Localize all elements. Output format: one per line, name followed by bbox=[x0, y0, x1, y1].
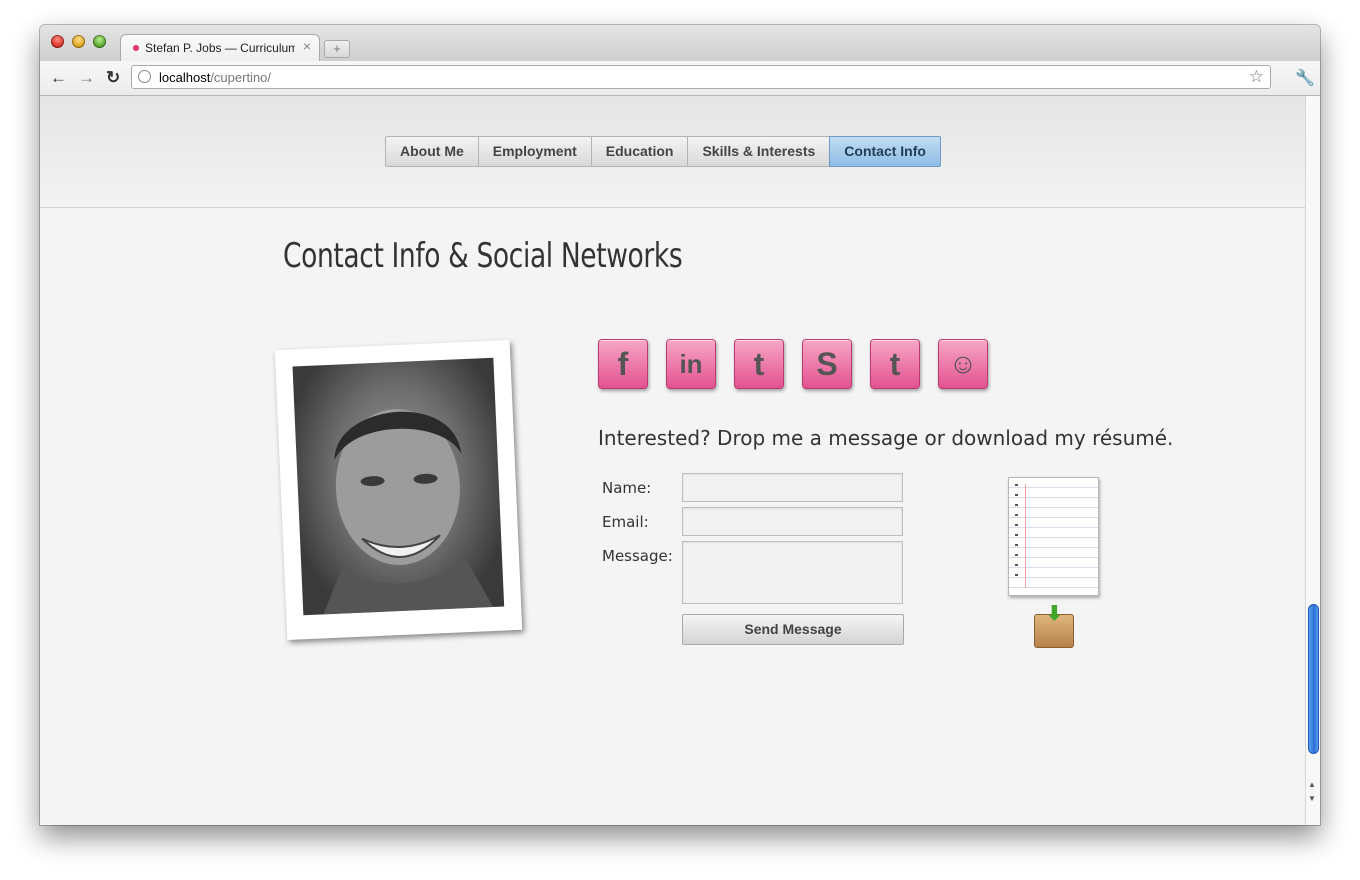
skype-icon[interactable]: S bbox=[802, 339, 852, 389]
back-button[interactable]: ← bbox=[50, 68, 67, 88]
linkedin-icon[interactable]: in bbox=[666, 339, 716, 389]
download-arrow-icon: ⬇ bbox=[1046, 603, 1063, 625]
forward-button[interactable]: → bbox=[78, 68, 95, 88]
portrait-image bbox=[323, 409, 494, 615]
close-window-button[interactable] bbox=[51, 35, 64, 48]
url-host: localhost bbox=[159, 70, 211, 85]
favicon-icon bbox=[133, 45, 139, 51]
tab-strip: Stefan P. Jobs — Curriculum × + bbox=[40, 25, 1320, 61]
profile-photo bbox=[292, 357, 505, 616]
tab-title: Stefan P. Jobs — Curriculum bbox=[145, 41, 295, 55]
send-message-button[interactable]: Send Message bbox=[682, 614, 904, 645]
browser-toolbar: ← → ↻ localhost/cupertino/ ☆ 🔧 bbox=[40, 61, 1320, 96]
browser-tab[interactable]: Stefan P. Jobs — Curriculum × bbox=[120, 34, 320, 61]
resume-document-icon[interactable] bbox=[1008, 477, 1099, 596]
page-viewport: About Me Employment Education Skills & I… bbox=[40, 96, 1305, 825]
name-label: Name: bbox=[602, 479, 652, 497]
nav-contact-info[interactable]: Contact Info bbox=[829, 136, 941, 167]
scroll-up-arrow-icon[interactable]: ▲ bbox=[1308, 780, 1316, 789]
bookmark-star-icon[interactable]: ☆ bbox=[1249, 67, 1264, 87]
page-title: Contact Info & Social Networks bbox=[283, 236, 683, 276]
message-field[interactable] bbox=[682, 541, 903, 604]
profile-polaroid bbox=[274, 340, 523, 640]
browser-window: Stefan P. Jobs — Curriculum × + ← → ↻ lo… bbox=[40, 25, 1320, 825]
facebook-icon[interactable]: f bbox=[598, 339, 648, 389]
nav-employment[interactable]: Employment bbox=[477, 136, 592, 167]
nav-education[interactable]: Education bbox=[590, 136, 689, 167]
email-field[interactable] bbox=[682, 507, 903, 536]
minimize-window-button[interactable] bbox=[72, 35, 85, 48]
resume-bullets bbox=[1015, 484, 1018, 584]
resume-margin-line bbox=[1025, 484, 1026, 588]
email-label: Email: bbox=[602, 513, 649, 531]
scrollbar-thumb[interactable] bbox=[1308, 604, 1319, 754]
reload-button[interactable]: ↻ bbox=[106, 68, 120, 88]
twitter-icon[interactable]: t bbox=[734, 339, 784, 389]
nav-about-me[interactable]: About Me bbox=[385, 136, 479, 167]
new-tab-button[interactable]: + bbox=[324, 40, 350, 58]
globe-icon bbox=[138, 70, 151, 83]
address-bar[interactable]: localhost/cupertino/ ☆ bbox=[131, 65, 1271, 89]
page-header: About Me Employment Education Skills & I… bbox=[40, 96, 1305, 208]
name-field[interactable] bbox=[682, 473, 903, 502]
url-path: /cupertino/ bbox=[210, 70, 272, 85]
vertical-scrollbar[interactable]: ▲ ▼ bbox=[1305, 96, 1320, 825]
nav-skills-interests[interactable]: Skills & Interests bbox=[687, 136, 831, 167]
url-text: localhost/cupertino/ bbox=[159, 70, 271, 85]
social-icons: f in t S t ☺ bbox=[598, 339, 1006, 389]
main-nav: About Me Employment Education Skills & I… bbox=[385, 136, 941, 167]
message-label: Message: bbox=[602, 547, 673, 565]
tab-close-icon[interactable]: × bbox=[303, 38, 311, 54]
wrench-menu-icon[interactable]: 🔧 bbox=[1295, 68, 1315, 88]
maximize-window-button[interactable] bbox=[93, 35, 106, 48]
contact-cta: Interested? Drop me a message or downloa… bbox=[598, 426, 1174, 450]
tumblr-icon[interactable]: t bbox=[870, 339, 920, 389]
reddit-icon[interactable]: ☺ bbox=[938, 339, 988, 389]
scroll-down-arrow-icon[interactable]: ▼ bbox=[1308, 794, 1316, 803]
